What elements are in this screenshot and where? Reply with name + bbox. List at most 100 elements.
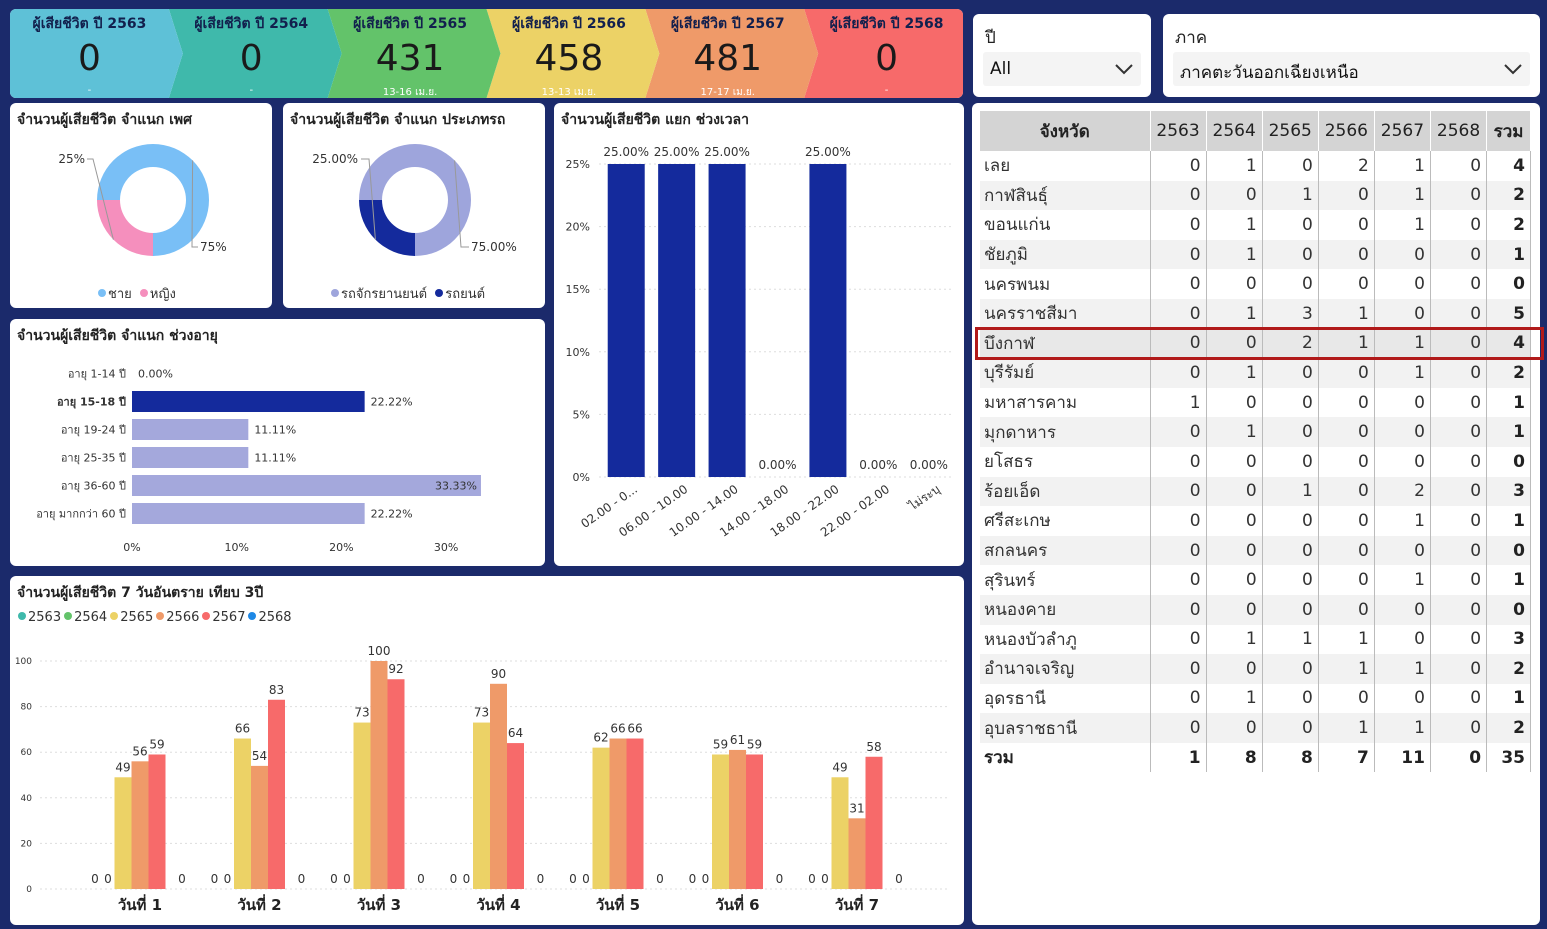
age-bar-chart: อายุ 1-14 ปี 0.00% อายุ 15-18 ปี 22.22% อายุ… [36,368,481,554]
slice-label: 25% [58,152,85,166]
value-cell: 1 [1318,298,1375,329]
day-bar[interactable] [131,761,149,889]
column-header[interactable]: รวม [1486,111,1531,151]
value-cell: 1 [1486,417,1531,447]
day-bar[interactable] [712,754,729,889]
value-cell: 0 [1374,446,1431,477]
table-row[interactable]: ขอนแก่น 0 1 0 0 1 0 2 [980,210,1531,240]
table-row[interactable]: สกลนคร 0 0 0 0 0 0 0 [980,535,1531,566]
table-row[interactable]: หนองบัวลำภู 0 1 1 1 0 0 3 [980,624,1531,655]
day-bar[interactable] [387,679,405,889]
region-dropdown-value: ภาคตะวันออกเฉียงเหนือ [1180,63,1359,83]
value-cell: 0 [1318,506,1375,536]
bar-value-label: 0 [104,872,112,886]
value-cell: 0 [1262,683,1319,714]
table-row[interactable]: สุรินทร์ 0 0 0 0 1 0 1 [980,565,1531,595]
table-row[interactable]: เลย 0 1 0 2 1 0 4 [980,151,1531,181]
age-bar[interactable] [132,475,481,496]
age-bar[interactable] [132,447,249,468]
value-cell: 1 [1206,298,1263,329]
x-tick-label: วันที่ 5 [596,894,640,914]
age-bar[interactable] [132,503,365,524]
bar-value-label: 0.00% [910,458,948,472]
value-cell: 2 [1486,358,1531,388]
value-cell: 0 [1430,683,1488,714]
y-tick-label: 15% [566,283,590,296]
day-bar[interactable] [746,754,763,889]
value-cell: 0 [1262,417,1319,447]
kpi-value: 0 [875,38,899,79]
column-header[interactable]: จังหวัด [980,111,1151,151]
table-row[interactable]: อุดรธานี 0 1 0 0 0 0 1 [980,683,1531,714]
table-row[interactable]: นครราชสีมา 0 1 3 1 0 0 5 [980,298,1531,329]
column-header[interactable]: 2563 [1150,111,1207,151]
table-row[interactable]: ยโสธร 0 0 0 0 0 0 0 [980,446,1531,477]
day-bar[interactable] [507,743,524,889]
y-tick-label: อายุ มากกว่า 60 ปี [36,508,126,521]
table-row[interactable]: อำนาจเจริญ 0 0 0 1 1 0 2 [980,654,1531,684]
value-cell: 0 [1318,358,1375,388]
y-tick-label: 60 [21,748,33,758]
day-bar[interactable] [473,722,490,889]
day-bar[interactable] [370,661,388,889]
column-header[interactable]: 2566 [1318,111,1375,151]
column-header[interactable]: 2567 [1374,111,1431,151]
column-header[interactable]: 2565 [1262,111,1319,151]
table-row[interactable]: กาฬสินธุ์ 0 0 1 0 1 0 2 [980,180,1531,211]
column-header[interactable]: 2564 [1206,111,1263,151]
day-bar[interactable] [609,738,627,889]
day-bar[interactable] [848,818,866,889]
day-bar[interactable] [490,683,507,889]
bar-value-label: 0.00% [138,368,173,381]
day-bar[interactable] [148,754,166,889]
time-bar[interactable] [658,164,696,477]
table-row[interactable]: หนองคาย 0 0 0 0 0 0 0 [980,594,1531,625]
value-cell: 0 [1430,269,1488,299]
value-cell: 0 [1150,269,1207,299]
kpi-card: ผู้เสียชีวิต ปี 2564 0 - [175,9,328,98]
table-row[interactable]: มหาสารคาม 1 0 0 0 0 0 1 [980,387,1531,418]
legend-item-car: รถยนต์ [435,287,485,302]
donut-slice[interactable] [359,200,415,256]
table-row[interactable]: ชัยภูมิ 0 1 0 0 0 0 1 [980,239,1531,270]
value-cell: 0 [1430,476,1488,507]
bar-value-label: 31 [849,801,864,815]
value-cell: 0 [1430,180,1488,211]
day-bar[interactable] [831,777,849,889]
y-tick-label: 20 [21,839,33,849]
value-cell: 0 [1318,239,1375,270]
table-row[interactable]: มุกดาหาร 0 1 0 0 0 0 1 [980,417,1531,447]
bar-value-label: 59 [149,737,164,751]
age-bar[interactable] [132,419,249,440]
day-bar[interactable] [251,765,268,889]
table-row[interactable]: บุรีรัมย์ 0 1 0 0 1 0 2 [980,358,1531,388]
day-bar[interactable] [865,756,883,889]
kpi-card: ผู้เสียชีวิต ปี 2565 431 13-16 เม.ย. [334,9,487,98]
table-row[interactable]: ศรีสะเกษ 0 0 0 0 1 0 1 [980,506,1531,536]
day-bar[interactable] [268,699,285,889]
day-bar[interactable] [592,747,610,889]
province-table-card: จังหวัด 2563 2564 2565 2566 2567 2568 รวม เลย 0 1… [972,103,1540,925]
time-bar[interactable] [809,164,847,477]
age-chart-card: จำนวนผู้เสียชีวิต จำแนก ช่วงอายุ อายุ 1-… [10,319,545,566]
value-cell: 0 [1262,446,1319,477]
table-row[interactable]: อุบลราชธานี 0 0 0 1 1 0 2 [980,713,1531,743]
day-bar[interactable] [626,738,644,889]
value-cell: 0 [1430,654,1488,684]
year-dropdown[interactable]: All [983,52,1141,86]
value-cell: 1 [1206,358,1263,388]
column-header[interactable]: 2568 [1430,111,1488,151]
time-bar[interactable] [708,164,746,477]
age-bar[interactable] [132,391,365,412]
day-bar[interactable] [729,749,746,889]
region-dropdown[interactable]: ภาคตะวันออกเฉียงเหนือ [1173,52,1530,86]
kpi-card: ผู้เสียชีวิต ปี 2567 481 17-17 เม.ย. [651,9,804,98]
table-row[interactable]: ร้อยเอ็ด 0 0 1 0 2 0 3 [980,476,1531,507]
day-bar[interactable] [114,777,132,889]
value-cell: 0 [1206,565,1263,595]
table-row[interactable]: นครพนม 0 0 0 0 0 0 0 [980,269,1531,299]
time-bar[interactable] [607,164,645,477]
day-bar[interactable] [353,722,371,889]
value-cell: 0 [1486,269,1531,299]
day-bar[interactable] [234,738,251,889]
